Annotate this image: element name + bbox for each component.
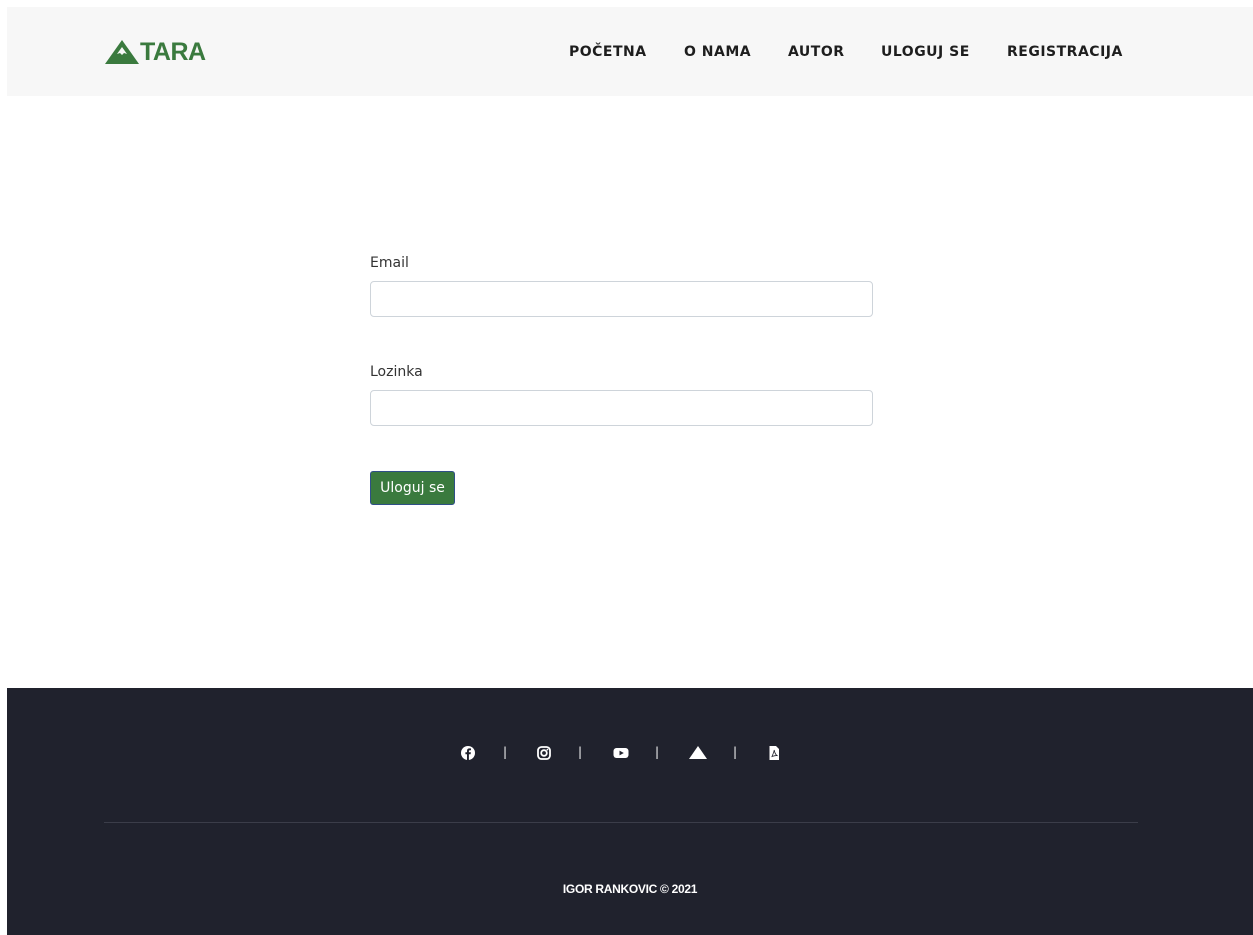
instagram-icon[interactable] (534, 743, 554, 763)
password-field[interactable] (370, 390, 873, 426)
login-form: Email Lozinka Uloguj se (370, 254, 873, 505)
header: TARA POČETNA O NAMA AUTOR ULOGUJ SE REGI… (7, 7, 1253, 96)
email-field[interactable] (370, 281, 873, 317)
login-button[interactable]: Uloguj se (370, 471, 455, 505)
separator: | (503, 745, 508, 759)
footer: | | | | IGOR RANKOVIC © 2021 (7, 688, 1253, 935)
nav-pocetna[interactable]: POČETNA (569, 44, 647, 60)
nav-o-nama[interactable]: O NAMA (684, 44, 751, 60)
nav-registracija[interactable]: REGISTRACIJA (1007, 44, 1123, 60)
social-links: | | | | (7, 743, 1253, 763)
email-label: Email (370, 255, 409, 271)
nav-uloguj-se[interactable]: ULOGUJ SE (881, 44, 970, 60)
footer-divider (104, 822, 1138, 823)
youtube-icon[interactable] (611, 743, 631, 763)
copyright-text: IGOR RANKOVIC © 2021 (562, 882, 698, 896)
separator: | (733, 745, 738, 759)
page: TARA POČETNA O NAMA AUTOR ULOGUJ SE REGI… (0, 0, 1253, 935)
main-nav: POČETNA O NAMA AUTOR ULOGUJ SE REGISTRAC… (7, 7, 1253, 96)
mountain-icon[interactable] (687, 743, 707, 763)
facebook-icon[interactable] (458, 743, 478, 763)
password-label: Lozinka (370, 364, 423, 380)
separator: | (578, 745, 583, 759)
pdf-icon[interactable] (764, 743, 784, 763)
separator: | (655, 745, 660, 759)
nav-autor[interactable]: AUTOR (788, 44, 845, 60)
